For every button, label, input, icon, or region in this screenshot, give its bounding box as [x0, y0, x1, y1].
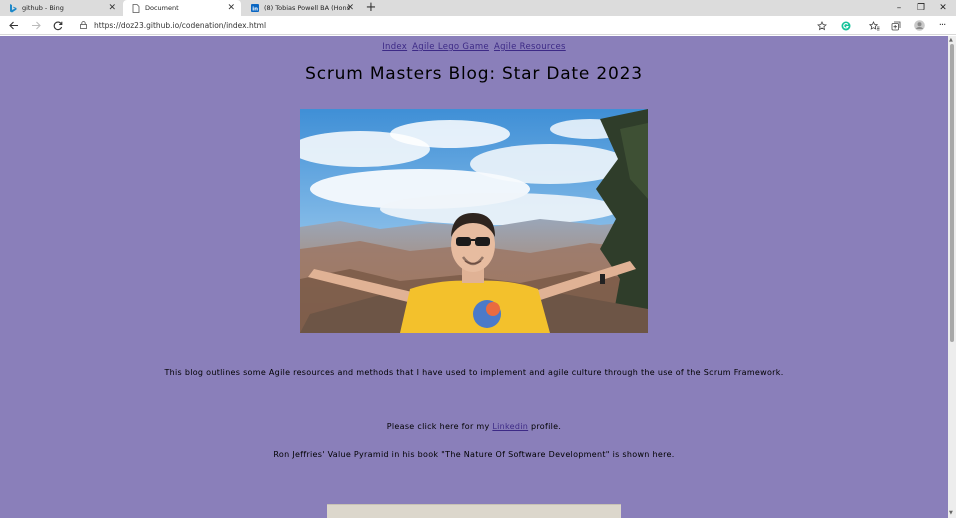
tab-title: github - Bing: [22, 4, 64, 12]
maximize-button[interactable]: ❐: [910, 0, 932, 16]
linkedin-paragraph: Please click here for my Linkedin profil…: [0, 422, 948, 431]
value-pyramid-image: [327, 504, 621, 518]
tab-title: Document: [145, 4, 179, 12]
grammarly-icon: [841, 21, 851, 30]
document-icon: [131, 3, 140, 13]
bing-icon: [8, 3, 17, 13]
collections-icon: [891, 21, 901, 30]
close-tab-icon[interactable]: ✕: [108, 3, 116, 13]
back-button[interactable]: [6, 18, 22, 33]
forward-arrow-icon: [32, 21, 41, 30]
linkedin-text-after: profile.: [528, 422, 562, 431]
back-arrow-icon: [9, 21, 18, 30]
refresh-button[interactable]: [50, 18, 66, 33]
linkedin-text-before: Please click here for my: [386, 422, 493, 431]
lock-icon: [80, 20, 87, 31]
extension-button[interactable]: [838, 18, 854, 33]
scroll-up-icon[interactable]: ▲: [949, 37, 953, 43]
profile-photo: [300, 109, 648, 333]
close-tab-icon[interactable]: ✕: [346, 3, 354, 13]
favorites-icon: [868, 20, 879, 30]
svg-text:in: in: [252, 7, 258, 13]
value-pyramid-paragraph: Ron Jeffries' Value Pyramid in his book …: [273, 450, 675, 459]
collections-button[interactable]: [888, 18, 904, 33]
scrollbar-thumb[interactable]: [950, 44, 954, 342]
minimize-button[interactable]: –: [888, 0, 910, 16]
avatar-icon: [913, 20, 925, 31]
page-title: Scrum Masters Blog: Star Date 2023: [305, 64, 643, 84]
favorites-button[interactable]: [866, 18, 882, 33]
tab-document[interactable]: Document ✕: [123, 0, 241, 16]
favorites-add-button[interactable]: [814, 18, 830, 33]
nav-link-agile-resources[interactable]: Agile Resources: [494, 42, 566, 52]
nav-link-index[interactable]: Index: [382, 42, 407, 52]
tab-linkedin[interactable]: in (8) Tobias Powell BA (Hons), PMP ✕: [242, 0, 360, 16]
address-bar[interactable]: https://doz23.github.io/codenation/index…: [76, 18, 836, 33]
new-tab-button[interactable]: +: [364, 1, 378, 15]
close-window-button[interactable]: ✕: [932, 0, 954, 16]
tab-strip: github - Bing ✕ Document ✕ in (8) Tobias…: [0, 0, 956, 16]
linkedin-icon: in: [250, 4, 259, 13]
forward-button[interactable]: [28, 18, 44, 33]
vertical-scrollbar[interactable]: ▲ ▼: [948, 36, 956, 518]
close-tab-icon[interactable]: ✕: [227, 3, 235, 13]
refresh-icon: [53, 21, 63, 30]
scroll-down-icon[interactable]: ▼: [949, 510, 953, 516]
profile-button[interactable]: [911, 18, 927, 33]
intro-paragraph: This blog outlines some Agile resources …: [164, 368, 784, 377]
browser-toolbar: https://doz23.github.io/codenation/index…: [0, 16, 956, 35]
more-icon: ···: [938, 20, 946, 31]
tab-bing[interactable]: github - Bing ✕: [0, 0, 122, 16]
url-text: https://doz23.github.io/codenation/index…: [94, 21, 267, 30]
star-plus-icon: [817, 20, 827, 30]
page-viewport: Index Agile Lego Game Agile Resources Sc…: [0, 36, 948, 518]
nav-link-agile-lego-game[interactable]: Agile Lego Game: [412, 42, 489, 52]
tab-title: (8) Tobias Powell BA (Hons), PMP: [264, 4, 350, 12]
linkedin-link[interactable]: Linkedin: [492, 422, 528, 431]
top-navigation: Index Agile Lego Game Agile Resources: [0, 42, 948, 52]
settings-menu-button[interactable]: ···: [934, 18, 950, 33]
